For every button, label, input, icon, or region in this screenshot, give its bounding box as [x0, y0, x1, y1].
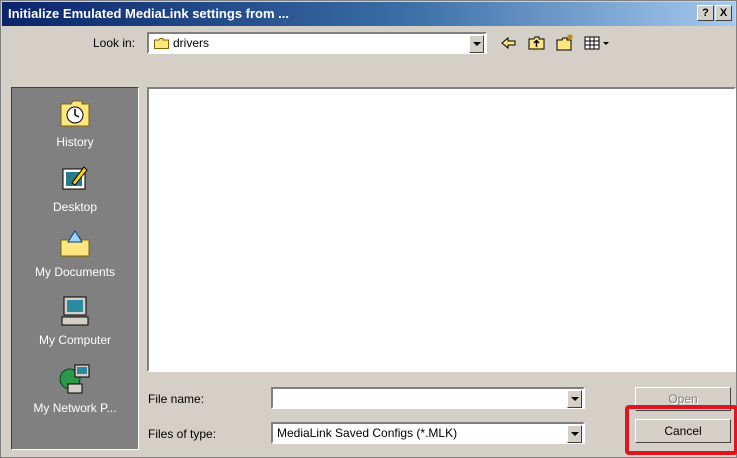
new-folder-icon[interactable]: [555, 33, 575, 53]
place-my-documents[interactable]: My Documents: [12, 226, 138, 279]
place-history[interactable]: History: [12, 96, 138, 149]
dialog-title: Initialize Emulated MediaLink settings f…: [8, 6, 289, 21]
look-in-label: Look in:: [93, 36, 136, 50]
look-in-value: drivers: [173, 36, 210, 50]
my-computer-icon: [61, 296, 89, 326]
close-button[interactable]: X: [715, 5, 732, 21]
place-desktop[interactable]: Desktop: [12, 161, 138, 214]
place-label: My Computer: [38, 333, 112, 347]
title-bar[interactable]: Initialize Emulated MediaLink settings f…: [2, 2, 735, 26]
my-network-icon: [59, 364, 90, 394]
place-my-computer[interactable]: My Computer: [12, 294, 138, 347]
look-in-combo[interactable]: drivers: [147, 32, 487, 54]
chevron-down-icon[interactable]: [469, 35, 484, 53]
places-bar: History Desktop My Documents My Computer…: [11, 87, 139, 450]
file-list[interactable]: [147, 87, 736, 372]
cancel-highlight-box: [625, 405, 737, 455]
chevron-down-icon[interactable]: [567, 390, 582, 408]
place-label: My Network P...: [33, 401, 117, 415]
desktop-icon: [62, 166, 88, 190]
chevron-down-icon[interactable]: [567, 425, 582, 443]
file-name-input[interactable]: [271, 387, 585, 409]
files-of-type-select[interactable]: MediaLink Saved Configs (*.MLK): [271, 422, 585, 444]
up-folder-icon[interactable]: [527, 33, 547, 53]
folder-icon: [154, 38, 169, 49]
file-name-label: File name:: [148, 392, 205, 406]
place-label: Desktop: [52, 200, 98, 214]
help-button[interactable]: ?: [697, 5, 714, 21]
file-open-dialog: Initialize Emulated MediaLink settings f…: [0, 0, 737, 458]
history-icon: [60, 100, 90, 127]
files-of-type-label: Files of type:: [148, 427, 217, 441]
my-documents-icon: [60, 230, 90, 257]
place-my-network[interactable]: My Network P...: [12, 362, 138, 415]
back-arrow-icon[interactable]: [499, 33, 519, 53]
files-of-type-value: MediaLink Saved Configs (*.MLK): [277, 426, 458, 440]
place-label: My Documents: [34, 265, 116, 279]
view-menu-icon[interactable]: [583, 33, 611, 53]
place-label: History: [56, 135, 94, 149]
